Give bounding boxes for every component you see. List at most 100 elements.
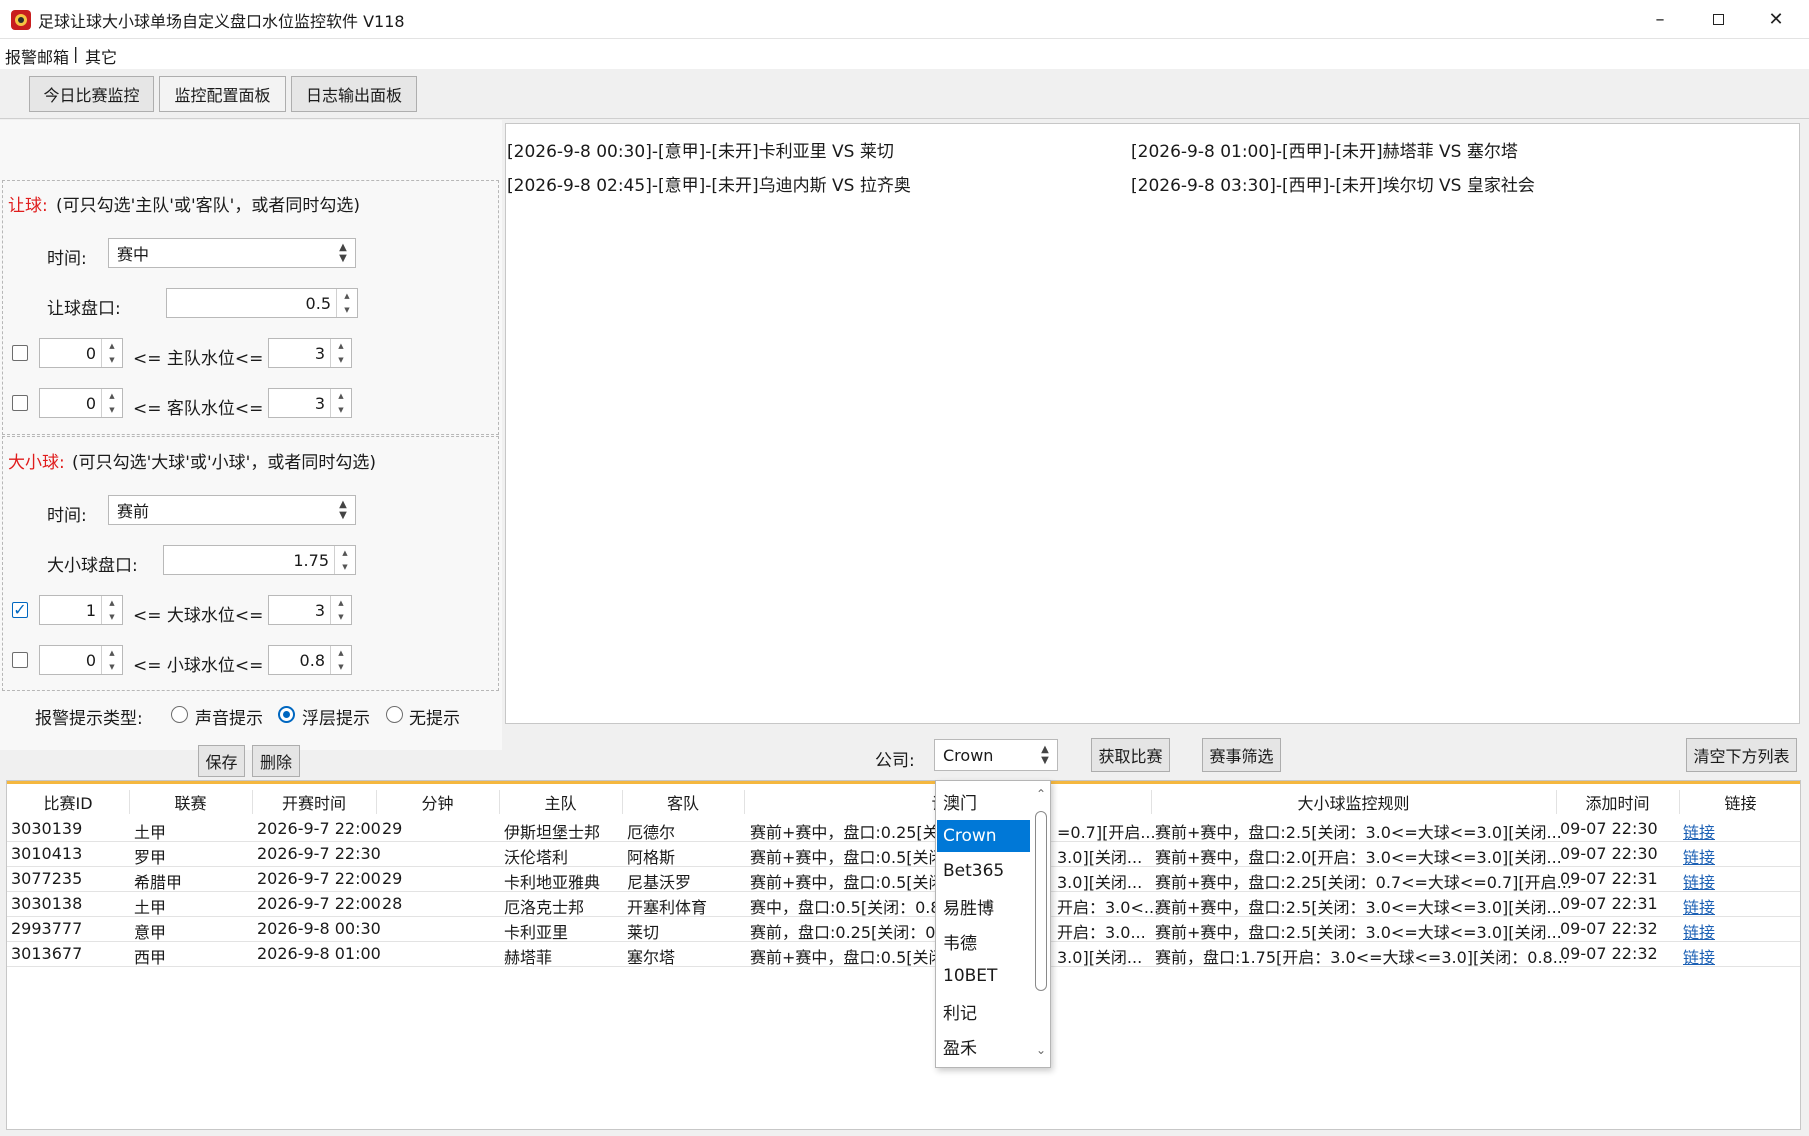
company-select[interactable]: Crown ▲ ▼: [934, 739, 1058, 771]
handicap-time-select[interactable]: 赛中 ▲ ▼: [108, 238, 356, 268]
save-button[interactable]: 保存: [198, 745, 245, 777]
cell-link[interactable]: 链接: [1683, 844, 1715, 868]
spinner-arrows-icon[interactable]: ▲ ▼: [101, 646, 122, 674]
company-option[interactable]: 利记: [937, 995, 1030, 1027]
cell-link[interactable]: 链接: [1683, 819, 1715, 843]
delete-button[interactable]: 删除: [252, 745, 300, 777]
tab-today-monitor[interactable]: 今日比赛监控: [29, 76, 154, 112]
overunder-time-select[interactable]: 赛前 ▲ ▼: [108, 495, 356, 525]
cell-handicap-rule-tail: 3.0][关闭...: [1057, 873, 1143, 892]
cell-match-id: 3030139: [11, 819, 83, 838]
alert-sound-radio[interactable]: [171, 706, 188, 723]
company-option[interactable]: 韦德: [937, 925, 1030, 957]
table-row[interactable]: 2993777 意甲 2026-9-8 00:30 卡利亚里 莱切 赛前，盘口:0.25[…: [7, 917, 1800, 942]
under-odds-min-spinner[interactable]: 0 ▲ ▼: [39, 645, 123, 675]
fetch-matches-button[interactable]: 获取比赛: [1091, 738, 1170, 772]
cell-league: 西甲: [134, 948, 167, 967]
overunder-line-spinner[interactable]: 1.75 ▲ ▼: [163, 545, 356, 575]
table-row[interactable]: 3010413 罗甲 2026-9-7 22:30 沃伦塔利 阿格斯 赛前+赛中，盘口:0…: [7, 842, 1800, 867]
cell-away: 尼基沃罗: [627, 873, 692, 892]
home-odds-label: <= 主队水位<=: [133, 349, 264, 369]
scroll-up-icon[interactable]: ⌃: [1036, 787, 1046, 801]
spinner-arrows-icon[interactable]: ▲ ▼: [330, 596, 351, 624]
table-row[interactable]: 3030139 土甲 2026-9-7 22:00 29 伊斯坦堡士邦 厄德尔 赛前+赛中，…: [7, 817, 1800, 842]
col-start-time[interactable]: 开赛时间: [252, 790, 377, 814]
menu-alert-email[interactable]: 报警邮箱: [5, 44, 69, 68]
tab-config-panel[interactable]: 监控配置面板: [159, 76, 286, 112]
spinner-arrows-icon[interactable]: ▲ ▼: [101, 389, 122, 417]
cell-link[interactable]: 链接: [1683, 869, 1715, 893]
minimize-button[interactable]: –: [1631, 0, 1689, 38]
scroll-down-icon[interactable]: ⌄: [1036, 1043, 1046, 1057]
company-value: Crown: [943, 745, 994, 765]
col-match-id[interactable]: 比赛ID: [7, 790, 130, 814]
over-odds-max-spinner[interactable]: 3 ▲ ▼: [268, 595, 352, 625]
cell-league: 土甲: [134, 823, 167, 842]
alert-overlay-label[interactable]: 浮层提示: [302, 704, 370, 729]
match-log-box[interactable]: [505, 123, 1800, 724]
close-button[interactable]: ✕: [1747, 0, 1805, 38]
alert-none-label[interactable]: 无提示: [409, 704, 460, 729]
away-odds-min-spinner[interactable]: 0 ▲ ▼: [39, 388, 123, 418]
spinner-arrows-icon[interactable]: ▲ ▼: [330, 389, 351, 417]
maximize-button[interactable]: [1689, 0, 1747, 38]
under-odds-checkbox[interactable]: [12, 652, 28, 668]
company-option[interactable]: 澳门: [937, 785, 1030, 817]
col-league[interactable]: 联赛: [129, 790, 253, 814]
spinner-arrows-icon[interactable]: ▲ ▼: [101, 596, 122, 624]
log-line: [2026-9-8 00:30]-[意甲]-[未开]卡利亚里 VS 莱切: [507, 142, 894, 162]
cell-minute: 29: [382, 819, 403, 838]
spinner-arrows-icon[interactable]: ▲ ▼: [330, 339, 351, 367]
away-odds-checkbox[interactable]: [12, 395, 28, 411]
under-odds-max-spinner[interactable]: 0.8 ▲ ▼: [268, 645, 352, 675]
cell-link[interactable]: 链接: [1683, 944, 1715, 968]
spinner-arrows-icon[interactable]: ▲ ▼: [334, 546, 355, 574]
handicap-line-spinner[interactable]: 0.5 ▲ ▼: [166, 288, 358, 318]
col-link[interactable]: 链接: [1679, 790, 1800, 814]
alert-none-radio[interactable]: [386, 706, 403, 723]
log-line: [2026-9-8 01:00]-[西甲]-[未开]赫塔菲 VS 塞尔塔: [1131, 142, 1518, 162]
tab-log-panel[interactable]: 日志输出面板: [291, 76, 417, 112]
spinner-arrows-icon[interactable]: ▲ ▼: [330, 646, 351, 674]
table-row[interactable]: 3013677 西甲 2026-9-8 01:00 赫塔菲 塞尔塔 赛前+赛中，盘口:0.…: [7, 942, 1800, 967]
company-dropdown-list[interactable]: 澳门 Crown Bet365 易胜博 韦德 10BET 利记 盈禾 ⌃ ⌄: [935, 780, 1051, 1068]
cell-away: 开塞利体育: [627, 898, 708, 917]
col-home[interactable]: 主队: [499, 790, 623, 814]
cell-overunder-rule: 赛前+赛中，盘口:2.25[关闭：0.7<=大球<=0.7][开启...: [1155, 873, 1572, 892]
col-away[interactable]: 客队: [622, 790, 745, 814]
cell-link[interactable]: 链接: [1683, 919, 1715, 943]
spinner-arrows-icon[interactable]: ▲ ▼: [336, 289, 357, 317]
dropdown-scrollbar[interactable]: ⌃ ⌄: [1032, 781, 1050, 1067]
company-option[interactable]: Crown: [937, 820, 1030, 852]
cell-added-time: 09-07 22:30: [1560, 844, 1658, 863]
clear-list-button[interactable]: 清空下方列表: [1686, 738, 1797, 772]
col-added-time[interactable]: 添加时间: [1556, 790, 1680, 814]
home-odds-checkbox[interactable]: [12, 345, 28, 361]
cell-link[interactable]: 链接: [1683, 894, 1715, 918]
overunder-line-value: 1.75: [293, 550, 329, 570]
col-minute[interactable]: 分钟: [376, 790, 500, 814]
alert-overlay-radio[interactable]: [278, 706, 295, 723]
menu-other[interactable]: 其它: [85, 44, 117, 68]
company-option[interactable]: 盈禾: [937, 1030, 1030, 1062]
home-odds-max-spinner[interactable]: 3 ▲ ▼: [268, 338, 352, 368]
cell-away: 阿格斯: [627, 848, 676, 867]
over-odds-min-spinner[interactable]: 1 ▲ ▼: [39, 595, 123, 625]
cell-start-time: 2026-9-7 22:30: [257, 844, 381, 863]
company-option[interactable]: Bet365: [937, 855, 1030, 887]
col-overunder-rule[interactable]: 大小球监控规则: [1151, 790, 1557, 814]
home-odds-min-spinner[interactable]: 0 ▲ ▼: [39, 338, 123, 368]
cell-overunder-rule: 赛前，盘口:1.75[开启：3.0<=大球<=3.0][关闭：0.8...: [1155, 948, 1568, 967]
cell-match-id: 2993777: [11, 919, 83, 938]
over-odds-checkbox[interactable]: ✓: [12, 602, 28, 618]
spinner-arrows-icon[interactable]: ▲ ▼: [101, 339, 122, 367]
away-odds-max-spinner[interactable]: 3 ▲ ▼: [268, 388, 352, 418]
match-filter-button[interactable]: 赛事筛选: [1202, 738, 1281, 772]
company-option[interactable]: 10BET: [937, 960, 1030, 992]
table-row[interactable]: 3030138 土甲 2026-9-7 22:00 28 厄洛克士邦 开塞利体育 赛中，盘口…: [7, 892, 1800, 917]
table-row[interactable]: 3077235 希腊甲 2026-9-7 22:00 29 卡利地亚雅典 尼基沃罗 赛前+赛…: [7, 867, 1800, 892]
scroll-thumb[interactable]: [1035, 811, 1047, 991]
company-option[interactable]: 易胜博: [937, 890, 1030, 922]
cell-home: 赫塔菲: [504, 948, 553, 967]
alert-sound-label[interactable]: 声音提示: [195, 704, 263, 729]
